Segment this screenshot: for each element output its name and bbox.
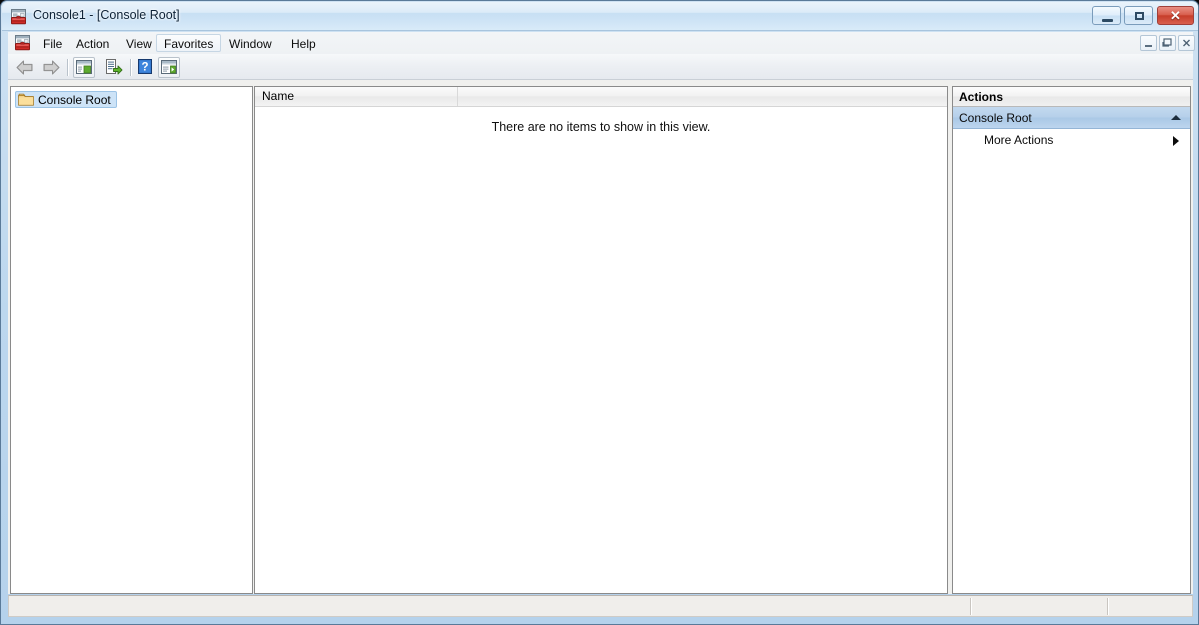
export-list-button[interactable] xyxy=(103,57,125,78)
submenu-arrow-icon xyxy=(1173,136,1179,146)
action-item-label: More Actions xyxy=(984,133,1054,147)
show-action-pane-button[interactable] xyxy=(158,57,180,78)
mdi-minimize-icon xyxy=(1145,45,1152,47)
action-pane-icon xyxy=(161,60,177,74)
menu-item-view[interactable]: View xyxy=(118,34,160,52)
actions-group-console-root[interactable]: Console Root xyxy=(953,107,1190,129)
mdi-minimize-button[interactable] xyxy=(1140,35,1157,51)
close-icon: ✕ xyxy=(1170,7,1181,23)
tree-item-console-root[interactable]: Console Root xyxy=(15,91,117,108)
menu-item-help[interactable]: Help xyxy=(283,34,324,52)
maximize-icon xyxy=(1135,12,1144,20)
column-header-name[interactable]: Name xyxy=(255,87,458,106)
menu-bar: File Action View Favorites Window Help xyxy=(8,32,1195,54)
status-bar-divider xyxy=(970,598,972,615)
minimize-button[interactable] xyxy=(1092,6,1121,25)
close-button[interactable]: ✕ xyxy=(1157,6,1194,25)
menu-item-action[interactable]: Action xyxy=(68,34,117,52)
menu-item-window[interactable]: Window xyxy=(221,34,280,52)
empty-list-message: There are no items to show in this view. xyxy=(491,120,711,134)
status-bar-divider xyxy=(1107,598,1109,615)
export-list-icon xyxy=(106,59,123,75)
mdi-close-button[interactable] xyxy=(1178,35,1195,51)
list-column-header-row: Name xyxy=(255,87,947,107)
show-console-tree-button[interactable] xyxy=(73,57,95,78)
maximize-button[interactable] xyxy=(1124,6,1153,25)
console-tree-pane[interactable]: Console Root xyxy=(10,86,253,594)
help-question-icon: ? xyxy=(138,59,152,74)
console-tree-icon xyxy=(76,60,92,74)
chevron-up-icon[interactable] xyxy=(1171,115,1181,120)
action-item-more-actions[interactable]: More Actions xyxy=(953,129,1190,151)
restore-icon xyxy=(1162,38,1172,47)
help-button[interactable]: ? xyxy=(136,57,158,78)
minimize-icon xyxy=(1102,19,1113,22)
status-bar xyxy=(8,595,1193,617)
forward-arrow-icon xyxy=(43,60,60,75)
folder-icon xyxy=(18,93,34,106)
panes-container: Console Root Name There are no items to … xyxy=(8,80,1193,594)
svg-text:?: ? xyxy=(141,62,148,74)
column-header-blank[interactable] xyxy=(458,87,947,106)
toolbar-separator xyxy=(130,59,132,76)
toolbar-separator xyxy=(67,59,69,76)
back-arrow-icon xyxy=(16,60,33,75)
back-button[interactable] xyxy=(14,57,36,78)
close-icon xyxy=(1183,39,1190,47)
mmc-main-window: Console1 - [Console Root] ✕ File Action … xyxy=(0,0,1199,625)
menu-item-favorites[interactable]: Favorites xyxy=(156,34,222,52)
window-title: Console1 - [Console Root] xyxy=(33,8,180,22)
tree-item-label: Console Root xyxy=(38,92,111,107)
forward-button[interactable] xyxy=(40,57,62,78)
result-list-pane[interactable]: Name There are no items to show in this … xyxy=(254,86,948,594)
mmc-console-icon xyxy=(10,8,27,25)
menu-item-file[interactable]: File xyxy=(35,34,70,52)
actions-pane-title: Actions xyxy=(953,87,1190,107)
mdi-restore-button[interactable] xyxy=(1159,35,1176,51)
toolbar: ? xyxy=(8,54,1193,80)
mmc-console-icon[interactable] xyxy=(14,34,31,51)
title-bar[interactable]: Console1 - [Console Root] ✕ xyxy=(2,2,1198,31)
actions-group-label: Console Root xyxy=(959,111,1032,125)
actions-pane[interactable]: Actions Console Root More Actions xyxy=(952,86,1191,594)
